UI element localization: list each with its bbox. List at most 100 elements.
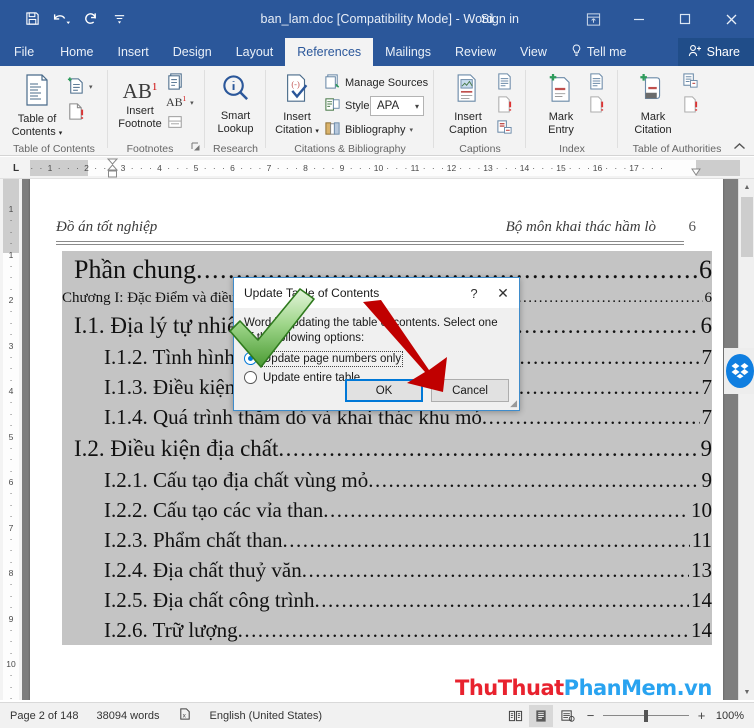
toc-entry[interactable]: I.2.3. Phẩm chất than ..................… [62,525,712,555]
manage-sources-button[interactable]: Manage Sources [324,73,428,93]
toc-entry[interactable]: I.2.5. Địa chất công trình .............… [62,585,712,615]
footnotes-dialog-launcher[interactable] [191,142,201,154]
toc-entry[interactable]: I.2. Điều kiện địa chất.................… [62,432,712,465]
ruler-tick: · [504,163,508,173]
toc-entry-page: 9 [700,436,713,461]
zoom-slider-thumb[interactable] [644,709,648,722]
ribbon-display-options-icon[interactable] [570,0,616,38]
cancel-button[interactable]: Cancel [431,379,509,402]
zoom-out-button[interactable]: − [585,708,596,723]
v-ruler-tick: · [9,260,13,271]
ruler-tick: · [495,163,499,173]
scroll-down-arrow-icon[interactable]: ▼ [739,684,754,700]
tab-insert[interactable]: Insert [106,38,161,66]
insert-footnote-button[interactable]: AB1 Insert Footnote [114,75,166,131]
scroll-up-arrow-icon[interactable]: ▲ [739,179,754,195]
print-layout-icon[interactable] [529,704,553,727]
ruler-number: 8 [303,163,308,173]
vertical-scrollbar[interactable]: ▲ ▼ [738,179,754,700]
v-ruler-tick: · [9,511,13,522]
update-index-button[interactable] [588,95,605,116]
manage-sources-icon [324,73,341,93]
update-table-figures-icon [496,95,513,116]
bibliography-icon [324,120,341,140]
mark-entry-button[interactable]: Mark Entry [536,73,586,137]
tab-review[interactable]: Review [443,38,508,66]
collapse-ribbon-icon[interactable] [733,142,746,154]
tell-me-box[interactable]: Tell me [559,38,639,66]
add-text-button[interactable]: ▾ [66,76,93,98]
dialog-close-icon[interactable]: ✕ [487,285,519,302]
mark-citation-icon [638,73,668,109]
tab-layout[interactable]: Layout [224,38,286,66]
tab-home[interactable]: Home [48,38,105,66]
dialog-resize-grip-icon[interactable]: ◢ [510,398,517,409]
dialog-help-icon[interactable]: ? [461,286,487,301]
tab-file[interactable]: File [0,38,49,66]
cross-reference-button[interactable] [496,118,513,139]
toc-entry-title: I.2. Điều kiện địa chất [74,436,279,461]
tab-references[interactable]: References [285,38,374,66]
citation-style-select[interactable]: APA ▾ [370,96,424,116]
show-notes-button[interactable] [166,114,184,133]
mark-citation-button[interactable]: Mark Citation [626,73,680,137]
status-word-count[interactable]: 38094 words [88,710,169,722]
status-language[interactable]: English (United States) [201,710,332,722]
toc-entry[interactable]: I.2.6. Trữ lượng........................… [62,615,712,645]
smart-lookup-button[interactable]: Smart Lookup [208,73,263,136]
document-page[interactable]: Đồ án tốt nghiệp Bộ môn khai thác hầm lò… [30,179,723,700]
toc-entry[interactable]: I.2.2. Cấu tạo các vỉa than ............… [62,495,712,525]
dropbox-badge[interactable] [724,348,754,394]
radio-button-selected-icon[interactable] [244,352,257,365]
insert-citation-button[interactable]: (-) Insert Citation ▾ [271,73,323,138]
tab-view[interactable]: View [508,38,559,66]
insert-caption-button[interactable]: Insert Caption [442,73,494,137]
h-ruler-track[interactable]: 1···2···3···4···5···6···7···8···9···10··… [30,158,746,178]
minimize-icon[interactable] [616,0,662,38]
toc-entry-page: 13 [691,558,712,582]
insert-footnote-icon: AB1 [122,79,158,103]
insert-table-of-figures-button[interactable] [496,72,513,93]
read-mode-icon[interactable] [503,705,527,727]
insert-index-button[interactable] [588,72,605,93]
sign-in-button[interactable]: Sign in [481,0,519,38]
close-icon[interactable] [708,0,754,38]
update-table-button[interactable] [66,102,85,124]
insert-toa-button[interactable] [682,72,699,93]
insert-endnote-button[interactable] [166,72,185,94]
proofing-errors-icon[interactable]: x [169,707,201,724]
ruler-number: 10 [373,163,384,173]
dropbox-icon [726,354,754,388]
status-page-number[interactable]: Page 2 of 148 [0,710,88,722]
toc-entry[interactable]: I.2.4. Địa chất thuỷ văn................… [62,555,712,585]
radio-button-icon[interactable] [244,371,257,384]
zoom-slider[interactable] [603,709,689,723]
share-button[interactable]: Share [677,38,754,66]
table-of-contents-button[interactable]: Table of Contents ▾ [10,73,64,140]
update-table-of-contents-dialog[interactable]: Update Table of Contents ? ✕ Word is upd… [233,277,520,411]
horizontal-ruler[interactable]: L 1···2···3···4···5···6···7···8···9···10… [0,157,754,179]
update-table-figures-button[interactable] [496,95,513,116]
vertical-ruler[interactable]: 1 · · · 1 · · · 2 · · · 3 · · · 4 · · · 5 · · · 6 · · · 7 · · · 8 · · · 9 · · ·… [0,179,22,700]
maximize-icon[interactable] [662,0,708,38]
web-layout-icon[interactable] [555,705,579,727]
v-ruler-tick: · [9,226,13,237]
tab-stop-selector[interactable]: L [7,160,25,176]
ok-button[interactable]: OK [345,379,423,402]
radio-update-page-numbers-only[interactable]: Update page numbers only [244,350,509,367]
zoom-in-button[interactable]: + [696,708,707,723]
first-line-indent-marker[interactable] [106,158,119,178]
scrollbar-thumb[interactable] [741,197,753,257]
update-toa-button[interactable] [682,95,699,116]
toc-entry[interactable]: I.2.1. Cấu tạo địa chất vùng mỏ ........… [62,465,712,495]
bibliography-button[interactable]: Bibliography ▾ [324,120,413,140]
next-footnote-button[interactable]: AB1 ▾ [166,95,194,110]
v-ruler-tick: · [9,499,13,510]
tab-design[interactable]: Design [161,38,224,66]
zoom-percentage[interactable]: 100% [714,710,744,722]
tab-mailings[interactable]: Mailings [373,38,443,66]
style-label: Style: [345,100,373,112]
update-index-icon [588,95,605,116]
right-indent-marker[interactable] [691,163,701,178]
ruler-tick: · [440,163,444,173]
